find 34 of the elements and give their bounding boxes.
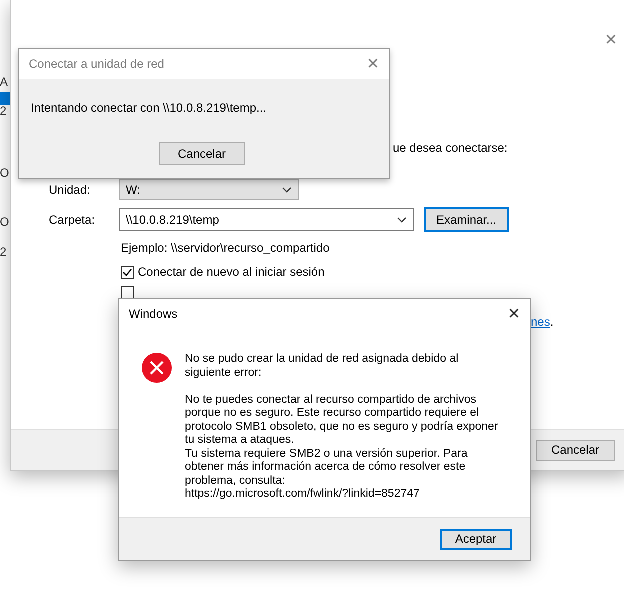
status-message: Intentando conectar con \\10.0.8.219\temp... [31, 101, 268, 115]
error-message: No te puedes conectar al recurso compartido de archivos porque no es seguro. Este recurso compartido requiere el protocolo SMB1 obsoleto, que no es seguro y podría exponer tu sistema a ataques. [185, 394, 500, 448]
text-fragment: 2 [0, 246, 8, 259]
field-label: Unidad: [49, 182, 92, 196]
browse-button[interactable]: Examinar... [424, 207, 509, 232]
link[interactable]: nes [531, 315, 550, 329]
close-icon[interactable]: × [605, 30, 617, 50]
field-label: Carpeta: [49, 212, 96, 226]
cancel-button[interactable]: Cancelar [536, 440, 615, 460]
error-message: Tu sistema requiere SMB2 o una versión superior. Para obtener más información acerca de cómo resolver este problema, consulta: [185, 448, 469, 488]
dialog-title: Windows [129, 307, 179, 321]
text-fragment: 2 [0, 105, 8, 118]
ok-button[interactable]: Aceptar [440, 528, 512, 550]
text-fragment: O [0, 216, 10, 229]
close-icon[interactable]: × [508, 304, 520, 324]
error-message: https://go.microsoft.com/fwlink/?linkid=852747 [185, 488, 421, 502]
instruction-text: ue desea conectarse: [393, 141, 509, 155]
text-fragment: O [0, 167, 10, 180]
error-message: No se pudo crear la unidad de red asignada debido al siguiente error: [185, 353, 460, 380]
checkbox[interactable] [121, 266, 134, 278]
punctuation-text: . [550, 315, 554, 329]
chevron-down-icon [397, 216, 407, 222]
chevron-down-icon [282, 186, 292, 192]
cancel-button[interactable]: Cancelar [159, 142, 245, 165]
check-icon [122, 266, 133, 278]
drive-select[interactable]: W: [119, 179, 299, 200]
close-icon[interactable]: × [367, 54, 379, 74]
folder-combo[interactable]: \\10.0.8.219\temp [119, 208, 414, 231]
checkbox-label: Conectar de nuevo al iniciar sesión [138, 265, 325, 279]
dialog-title: Conectar a unidad de red [29, 57, 166, 71]
text-fragment: A [0, 76, 10, 89]
error-icon [142, 353, 172, 383]
example-text: Ejemplo: \\servidor\recurso_compartido [121, 241, 330, 255]
checkbox[interactable] [121, 286, 134, 299]
